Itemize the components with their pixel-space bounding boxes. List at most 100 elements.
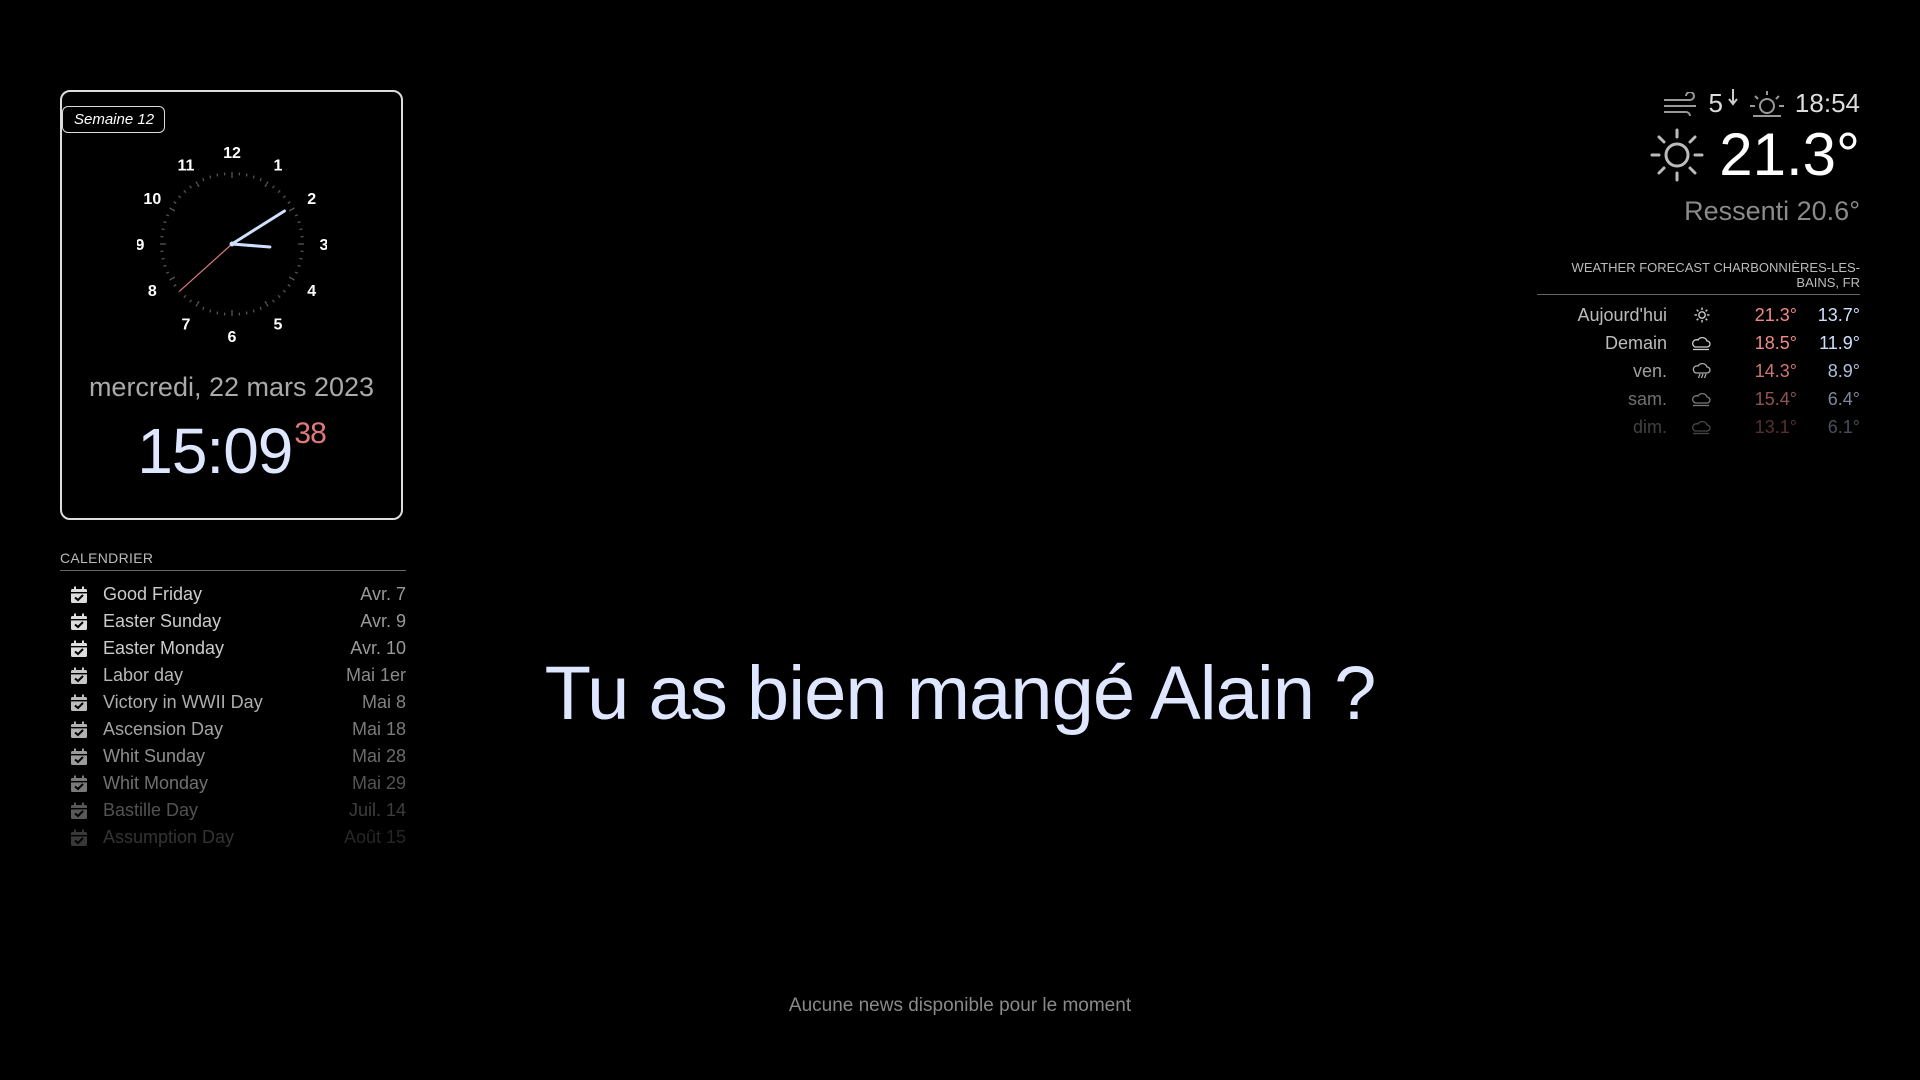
clock-tick [245,173,248,177]
clock-number: 4 [307,283,316,300]
cloud-sun-icon [1667,391,1737,407]
clock-tick [259,177,262,182]
clock-tick [299,257,303,260]
clock-tick [195,181,200,188]
sunset-icon [1749,90,1784,117]
clock-tick [252,309,255,313]
calendar-event: Assumption Day Août 15 [70,824,406,851]
calendar-event: Easter Sunday Avr. 9 [70,608,406,635]
clock-tick [277,294,281,298]
clock-tick [189,185,192,189]
clock-number: 2 [307,191,316,208]
forecast-min-temp: 6.4° [1827,388,1860,409]
clock-tick [264,181,269,188]
clock-tick [252,175,255,179]
clock-tick [195,300,200,307]
clock-center-dot [229,241,235,247]
second-hand [179,243,233,292]
clock-number: 8 [148,283,157,300]
calendar-event-title: Whit Sunday [103,746,206,766]
calendar-event-title: Assumption Day [103,827,235,847]
forecast-day: Aujourd'hui [1577,304,1668,325]
calendar-event-date: Avr. 9 [360,611,406,631]
sun-icon [1667,307,1737,323]
clock-tick [209,175,212,179]
calendar-event: Whit Monday Mai 29 [70,770,406,797]
calendar-event: Bastille Day Juil. 14 [70,797,406,824]
calendar-event-date: Mai 28 [351,746,406,766]
calendar-event-date: Mai 29 [351,773,406,793]
current-date: mercredi, 22 mars 2023 [88,372,375,402]
calendar-event-date: Avr. 7 [360,584,406,604]
news-feed-status: Aucune news disponible pour le moment [788,995,1132,1016]
calendar-event-title: Easter Sunday [103,611,222,631]
arrow-down-icon [1728,88,1738,106]
sun-icon [1650,128,1704,181]
clock-tick [294,271,299,274]
week-number-badge: Semaine 12 [62,106,166,133]
forecast-max-temp: 18.5° [1754,332,1797,353]
analog-clock: 121234567891011 [137,145,327,344]
clock-tick [282,289,286,293]
clock-tick [272,185,275,189]
cloud-sun-icon [1667,419,1737,435]
forecast-day: Demain [1604,332,1667,353]
calendar-check-icon [71,829,87,846]
forecast-max-temp: 14.3° [1754,360,1797,381]
clock-number: 12 [223,145,241,162]
clock-number: 9 [137,237,145,254]
forecast-max-temp: 15.4° [1754,388,1797,409]
clock-tick [216,173,219,177]
clock-tick [209,309,212,313]
clock-tick [161,228,165,231]
calendar-check-icon [71,802,87,819]
clock-tick [264,300,269,307]
clock-tick [288,207,295,212]
current-weather: 21.3° [1649,120,1860,189]
clock-number: 10 [143,191,161,208]
clock-tick [161,257,165,260]
clock-tick [173,201,177,204]
time-seconds: 38 [294,417,326,450]
forecast-min-temp: 13.7° [1817,304,1860,325]
clock-tick [169,207,176,212]
forecast-header: WEATHER FORECAST CHARBONNIÈRES-LES-BAINS… [1537,260,1860,295]
calendar-event-date: Juil. 14 [348,800,406,820]
calendar-check-icon [71,748,87,765]
forecast-row: ven. 14.3° 8.9° [1537,357,1860,385]
clock-number: 5 [274,317,283,334]
clock-tick [183,294,187,298]
digital-time: 15:0938 [62,414,401,488]
clock-tick [259,306,262,311]
clock-tick [163,221,167,224]
clock-number: 1 [274,157,283,174]
clock-tick [272,299,275,303]
feels-like-temperature: Ressenti 20.6° [1684,196,1860,226]
forecast-day: dim. [1632,416,1667,437]
wind-icon [1664,91,1697,116]
clock-tick [288,276,295,281]
clock-tick [165,271,170,274]
minute-hand [230,209,286,246]
forecast-row: sam. 15.4° 6.4° [1537,385,1860,413]
clock-tick [163,264,167,267]
clock-number: 6 [228,329,237,344]
forecast-max-temp: 13.1° [1754,416,1797,437]
clock-tick [297,264,301,267]
calendar-event: Good Friday Avr. 7 [70,581,406,608]
weather-wind-sunset: 5 18:54 [1662,88,1860,119]
weather-forecast-module: WEATHER FORECAST CHARBONNIÈRES-LES-BAINS… [1537,260,1860,441]
clock-number: 11 [178,157,195,174]
clock-tick [189,299,192,303]
time-hours-minutes: 15:09 [137,415,293,487]
clock-tick [178,195,182,199]
clock-tick [202,306,205,311]
forecast-row: dim. 13.1° 6.1° [1537,413,1860,441]
clock-number: 7 [182,317,191,334]
cloud-rain-icon [1667,362,1737,380]
calendar-check-icon [71,613,87,630]
clock-tick [297,221,301,224]
clock-number: 3 [320,237,327,254]
clock-tick [287,201,291,204]
sunset-time: 18:54 [1794,88,1860,118]
